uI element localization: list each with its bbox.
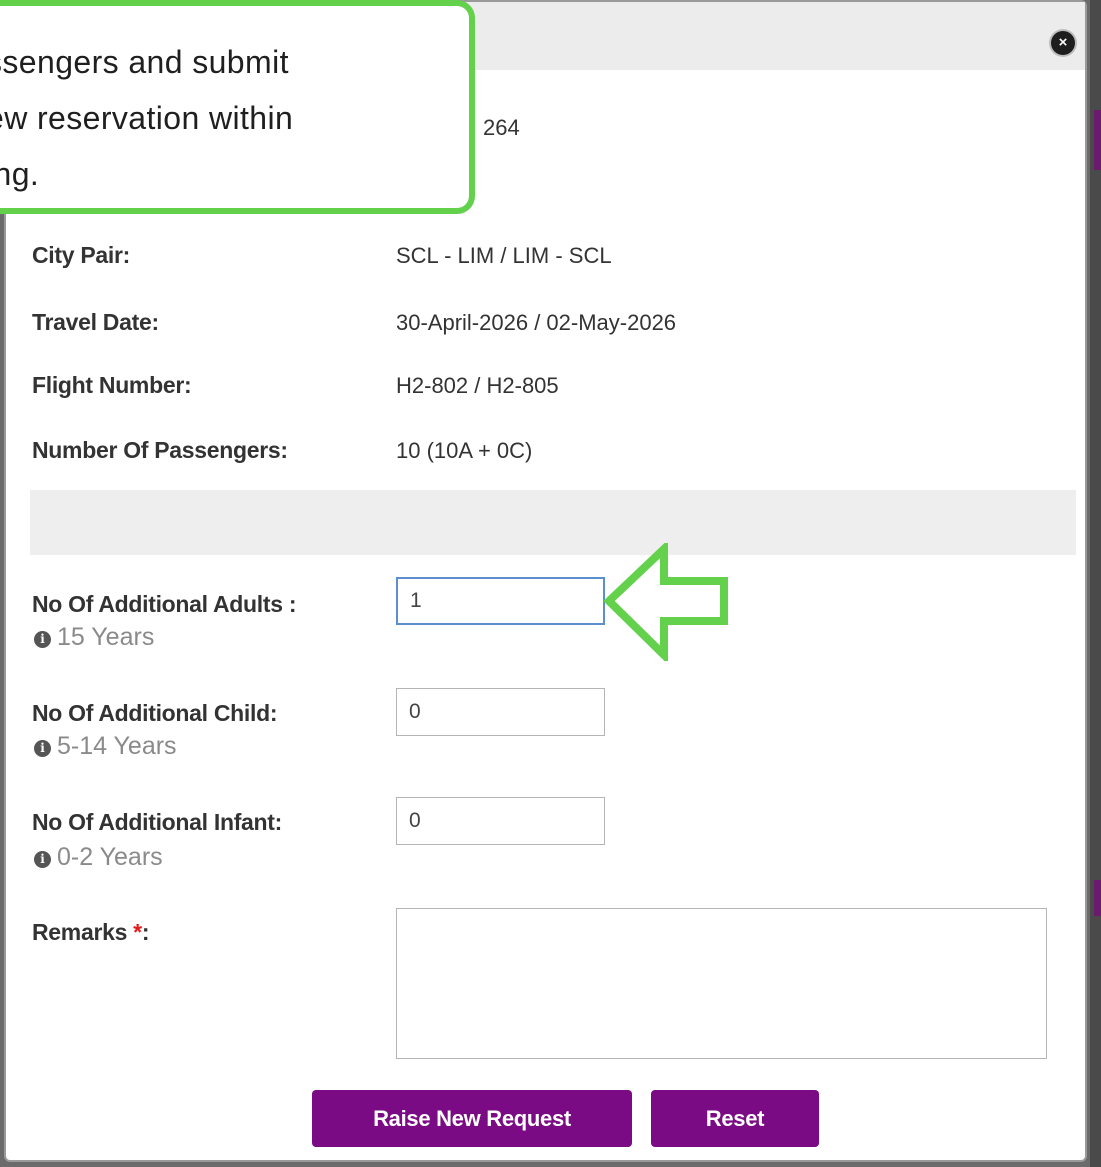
reset-button[interactable]: Reset xyxy=(651,1090,819,1147)
required-marker: * xyxy=(133,919,142,945)
city-pair-label: City Pair: xyxy=(32,242,130,268)
additional-child-input[interactable] xyxy=(396,688,605,736)
additional-child-label: No Of Additional Child: xyxy=(32,700,278,726)
background-edge xyxy=(1090,0,1101,1167)
number-of-passengers-value: 10 (10A + 0C) xyxy=(396,438,533,463)
number-of-passengers-label: Number Of Passengers: xyxy=(32,437,288,463)
additional-adults-input[interactable] xyxy=(396,577,605,625)
background-accent-top xyxy=(1094,110,1101,170)
info-icon: i xyxy=(34,631,51,648)
additional-infant-input[interactable] xyxy=(396,797,605,845)
partial-reference-value: 264 xyxy=(483,115,520,140)
flight-number-label: Flight Number: xyxy=(32,372,192,398)
additional-adults-label: No Of Additional Adults : xyxy=(32,591,297,617)
additional-infant-hint: i 0-2 Years xyxy=(34,843,163,872)
child-hint-text: 5-14 Years xyxy=(57,732,177,760)
raise-new-request-button[interactable]: Raise New Request xyxy=(312,1090,632,1147)
additional-infant-label: No Of Additional Infant: xyxy=(32,809,283,835)
info-icon: i xyxy=(34,740,51,757)
left-arrow-outline-icon xyxy=(603,543,728,661)
remarks-label-suffix: : xyxy=(141,919,150,945)
callout-line-2: ew reservation within xyxy=(0,100,294,136)
callout-line-3: ing. xyxy=(0,156,40,192)
city-pair-value: SCL - LIM / LIM - SCL xyxy=(396,243,612,268)
section-divider xyxy=(30,490,1076,555)
travel-date-value: 30-April-2026 / 02-May-2026 xyxy=(396,310,677,335)
instruction-callout: ssengers and submit ew reservation withi… xyxy=(0,0,475,214)
background-accent-bottom xyxy=(1094,880,1101,916)
adults-hint-text: 15 Years xyxy=(57,623,155,651)
callout-line-1: ssengers and submit xyxy=(0,44,289,80)
close-icon[interactable]: × xyxy=(1051,31,1075,55)
additional-adults-hint: i 15 Years xyxy=(34,623,154,652)
infant-hint-text: 0-2 Years xyxy=(57,843,163,871)
flight-number-value: H2-802 / H2-805 xyxy=(396,373,559,398)
additional-child-hint: i 5-14 Years xyxy=(34,732,177,761)
info-icon: i xyxy=(34,851,51,868)
remarks-textarea[interactable] xyxy=(396,908,1047,1059)
remarks-label: Remarks *: xyxy=(32,919,150,946)
remarks-label-text: Remarks xyxy=(32,919,128,945)
travel-date-label: Travel Date: xyxy=(32,309,159,335)
